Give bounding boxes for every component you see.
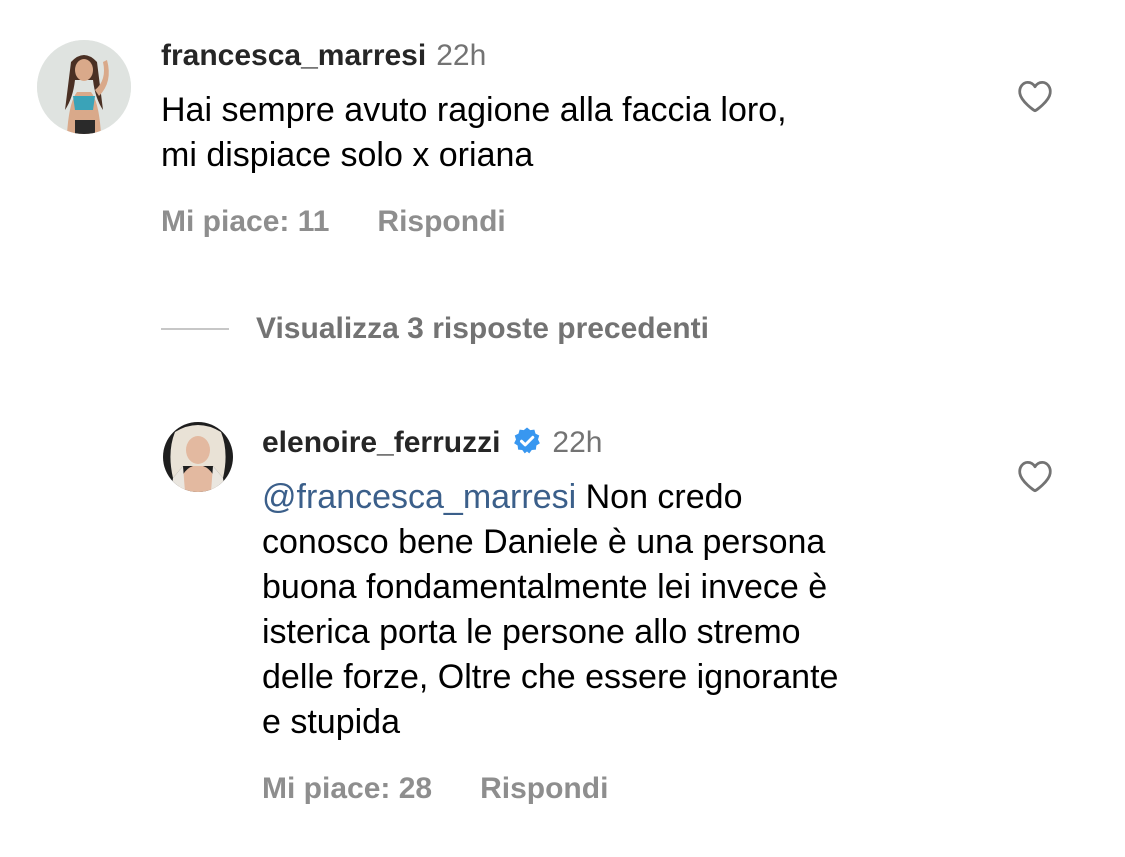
username[interactable]: elenoire_ferruzzi bbox=[262, 426, 500, 459]
heart-outline-icon[interactable] bbox=[1016, 459, 1054, 493]
like-count[interactable]: Mi piace: 28 bbox=[262, 772, 432, 805]
like-count[interactable]: Mi piace: 11 bbox=[161, 205, 329, 238]
username[interactable]: francesca_marresi bbox=[161, 39, 426, 72]
comment-header: francesca_marresi 22h bbox=[161, 41, 486, 71]
view-replies-label: Visualizza 3 risposte precedenti bbox=[256, 312, 709, 345]
heart-icon-shape bbox=[1018, 461, 1052, 493]
mention-link[interactable]: @francesca_marresi bbox=[262, 478, 576, 516]
avatar-photo bbox=[37, 40, 131, 134]
comment-actions: Mi piace: 11 Rispondi bbox=[161, 207, 506, 237]
avatar-francesca[interactable] bbox=[37, 40, 131, 134]
comment-actions: Mi piace: 28 Rispondi bbox=[262, 774, 608, 804]
reply-button[interactable]: Rispondi bbox=[377, 205, 505, 238]
verified-badge-icon bbox=[514, 427, 541, 454]
comment-body: Non credo conosco bene Daniele è una per… bbox=[262, 478, 839, 741]
heart-icon-shape bbox=[1018, 81, 1052, 113]
avatar-elenoire[interactable] bbox=[163, 422, 233, 492]
comment-text: Hai sempre avuto ragione alla faccia lor… bbox=[161, 91, 787, 174]
heart-outline-icon[interactable] bbox=[1016, 79, 1054, 113]
view-previous-replies-button[interactable]: Visualizza 3 risposte precedenti bbox=[161, 314, 709, 344]
reply-button[interactable]: Rispondi bbox=[480, 772, 608, 805]
comment-header: elenoire_ferruzzi 22h bbox=[262, 426, 602, 458]
timestamp: 22h bbox=[436, 39, 487, 72]
timestamp: 22h bbox=[552, 426, 603, 459]
avatar-photo bbox=[163, 422, 233, 492]
comment-text: @francesca_marresi Non credo conosco ben… bbox=[262, 475, 1022, 745]
replies-divider-line bbox=[161, 328, 229, 330]
